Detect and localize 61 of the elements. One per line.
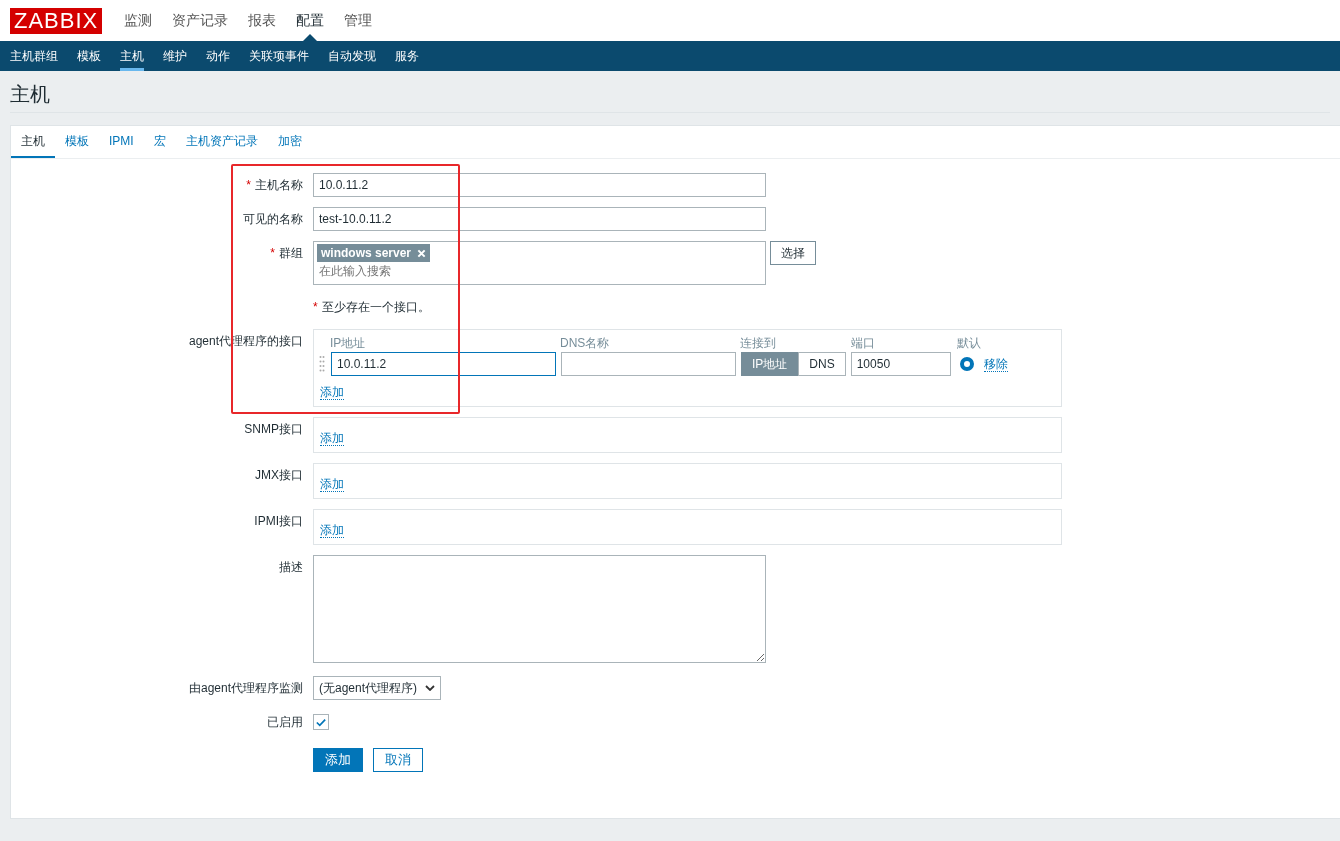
sub-menu-item[interactable]: 服务 [395,41,419,71]
interface-note: 至少存在一个接口。 [321,300,430,314]
remove-link[interactable]: 移除 [983,356,1008,372]
tab[interactable]: 主机 [11,126,55,158]
check-icon [316,717,326,727]
required-mark: * [270,246,275,260]
add-link[interactable]: 添加 [320,477,344,492]
tab[interactable]: 宏 [143,126,176,158]
sub-menu-item[interactable]: 维护 [163,41,187,71]
logo[interactable]: ZABBIX [10,7,103,34]
column-header: DNS名称 [560,335,611,352]
cancel-button[interactable]: 取消 [373,748,423,772]
column-header: 端口 [851,335,876,352]
proxy-select[interactable]: (无agent代理程序) [313,676,442,700]
field-label: 主机名称 [255,178,303,192]
drag-handle-icon[interactable] [319,355,325,373]
field-label: 由agent代理程序监测 [188,681,303,695]
main-menu-item[interactable]: 报表 [238,0,287,41]
field-label: 群组 [279,246,303,260]
enabled-checkbox[interactable] [313,714,329,730]
sub-menu-item[interactable]: 主机群组 [10,41,58,71]
default-radio[interactable] [959,357,974,371]
required-mark: * [313,300,318,314]
main-menu-item[interactable]: 资产记录 [162,0,239,41]
required-mark: * [246,178,251,192]
main-menu-item[interactable]: 监测 [114,0,163,41]
field-label: IPMI接口 [254,514,303,528]
tab[interactable]: 主机资产记录 [175,126,268,158]
host-name-field[interactable]: 10.0.11.2 [313,173,766,197]
sub-menu-item[interactable]: 关联项事件 [249,41,309,71]
tab[interactable]: 模板 [55,126,99,158]
main-menu-item[interactable]: 管理 [334,0,383,41]
add-link[interactable]: 添加 [320,431,344,446]
sub-menu-item[interactable]: 动作 [206,41,230,71]
ip-address-field[interactable]: 10.0.11.2 [331,352,556,376]
field-label: 已启用 [267,715,303,729]
select-button[interactable]: 选择 [770,241,816,265]
field-label: SNMP接口 [244,422,303,436]
tab[interactable]: 加密 [267,126,312,158]
field-label: JMX接口 [255,468,303,482]
add-button[interactable]: 添加 [313,748,363,772]
connect-to-toggle[interactable]: DNS [798,352,846,376]
page-title: 主机 [10,81,1330,113]
sub-menu-item[interactable]: 主机 [120,41,144,71]
dns-name-field[interactable] [561,352,736,376]
description-field[interactable] [313,555,766,663]
caret-icon [425,685,436,691]
visible-name-field[interactable]: test-10.0.11.2 [313,207,766,231]
column-header: 连接到 [740,335,777,352]
port-field[interactable]: 10050 [850,352,951,376]
field-label: 描述 [279,560,303,574]
sub-menu-item[interactable]: 模板 [77,41,101,71]
column-header: 默认 [957,335,981,352]
remove-icon[interactable] [417,248,427,258]
main-menu-item[interactable]: 配置 [286,0,335,41]
add-link[interactable]: 添加 [320,523,344,538]
sub-menu-item[interactable]: 自动发现 [328,41,376,71]
add-link[interactable]: 添加 [320,385,344,400]
tab[interactable]: IPMI [99,126,144,158]
column-header: IP地址 [330,335,367,352]
field-label: 可见的名称 [243,212,303,226]
